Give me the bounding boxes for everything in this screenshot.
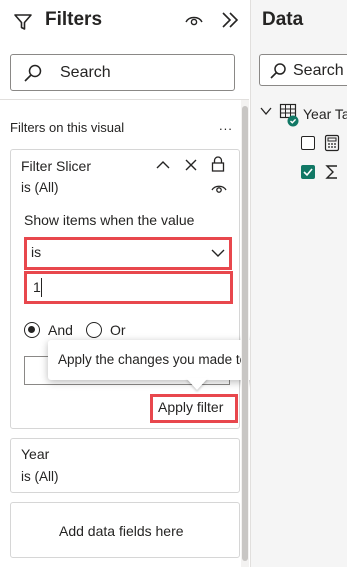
table-icon (279, 103, 299, 127)
show-items-label: Show items when the value (24, 212, 195, 228)
filters-pane: Filters Search Filters on this visual ..… (0, 0, 342, 567)
field-checkbox-unchecked[interactable] (301, 136, 315, 150)
chevron-up-icon[interactable] (155, 158, 171, 172)
operator-dropdown[interactable]: is (27, 240, 229, 267)
year-card-subtitle: is (All) (21, 469, 59, 484)
or-radio[interactable] (86, 322, 102, 338)
or-label: Or (110, 322, 126, 338)
text-cursor (41, 278, 42, 297)
lock-icon[interactable] (211, 155, 225, 173)
data-pane: Data Search Year Ta (250, 0, 347, 567)
value-input-text: 1 (33, 279, 41, 295)
data-search-box[interactable]: Search (259, 54, 347, 86)
slicer-card-title: Filter Slicer (21, 158, 92, 174)
sigma-icon (324, 163, 340, 181)
data-search-placeholder: Search (293, 62, 344, 79)
eye-icon[interactable] (184, 11, 204, 29)
header-divider (0, 99, 249, 100)
tooltip-pointer (186, 378, 208, 390)
filter-funnel-icon (13, 12, 35, 32)
chevron-down-icon (211, 248, 225, 258)
filters-scrollbar[interactable] (241, 100, 249, 567)
and-radio[interactable] (24, 322, 40, 338)
filters-search-placeholder: Search (60, 64, 111, 81)
search-icon (22, 63, 44, 83)
year-card-title: Year (21, 446, 50, 462)
filters-title: Filters (45, 9, 103, 30)
expand-chevron-icon[interactable] (260, 106, 272, 116)
data-search-icon (268, 61, 288, 81)
apply-filter-button[interactable]: Apply filter (158, 399, 223, 415)
calculator-icon (324, 134, 340, 152)
close-icon[interactable] (184, 158, 198, 172)
section-label: Filters on this visual (10, 120, 125, 135)
slicer-card-subtitle: is (All) (21, 180, 59, 195)
and-label: And (48, 322, 73, 338)
filters-search-box[interactable]: Search (10, 54, 235, 91)
add-fields-label: Add data fields here (59, 523, 184, 539)
more-options-icon[interactable]: ... (219, 118, 233, 133)
table-name[interactable]: Year Ta (303, 106, 347, 122)
field-checkbox-checked[interactable] (301, 165, 315, 179)
collapse-pane-icon[interactable] (219, 10, 241, 30)
operator-value: is (31, 244, 42, 260)
data-title: Data (262, 9, 304, 30)
visibility-eye-icon[interactable] (210, 181, 228, 195)
value-input[interactable]: 1 (27, 274, 230, 301)
filters-scroll-thumb[interactable] (242, 106, 248, 561)
